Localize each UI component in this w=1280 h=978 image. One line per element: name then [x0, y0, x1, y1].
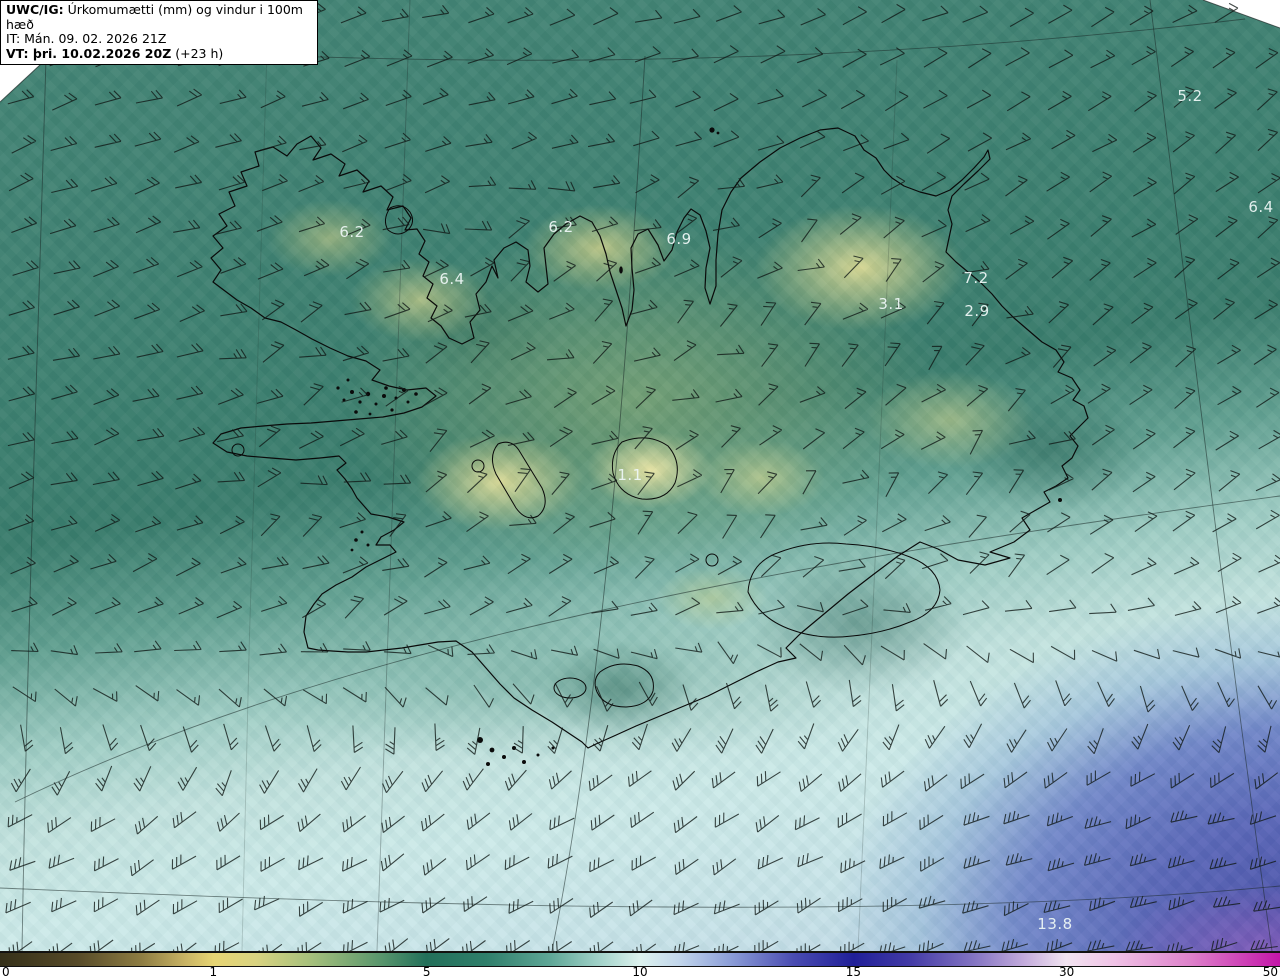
- colorbar-tick-label: 0: [2, 965, 10, 978]
- colorbar-tick-label: 50: [1262, 965, 1278, 978]
- precip-max-label: 3.1: [878, 295, 904, 313]
- init-time-line: IT: Mán. 09. 02. 2026 21Z: [6, 31, 167, 46]
- valid-time: VT: þri. 10.02.2026 20Z: [6, 45, 172, 61]
- lead-time: (+23 h): [175, 45, 224, 61]
- colorbar: 0 1 5 10 15 30 50: [0, 952, 1280, 978]
- colorbar-tick-label: 15: [845, 965, 861, 978]
- colorbar-tick-label: 1: [209, 965, 218, 978]
- title-line-product: UWC/IG: Úrkomumætti (mm) og vindur i 100…: [6, 2, 312, 32]
- precip-max-label: 5.2: [1177, 87, 1203, 105]
- precip-max-label: 6.4: [439, 270, 465, 288]
- product-code: UWC/IG:: [6, 2, 64, 17]
- colorbar-tick-label: 5: [422, 965, 431, 978]
- precip-max-label: 6.2: [339, 223, 365, 241]
- colorbar-tick-label: 10: [632, 965, 648, 978]
- precip-max-label: 6.4: [1248, 198, 1274, 216]
- valid-time-line: VT: þri. 10.02.2026 20Z (+23 h): [6, 45, 312, 62]
- precip-max-label: 13.8: [1037, 915, 1073, 933]
- wind-barbs: [5, 2, 1280, 951]
- precip-max-label: 6.2: [548, 218, 574, 236]
- precip-max-label: 6.9: [666, 230, 692, 248]
- weather-map-product: 5.2 6.4 6.2 6.4 6.2 6.9 3.1 7.2 2.9 1.1 13.8 UWC/I…: [0, 0, 1280, 978]
- precip-max-label: 1.1: [617, 466, 643, 484]
- colorbar-tick-label: 30: [1059, 965, 1075, 978]
- title-box: UWC/IG: Úrkomumætti (mm) og vindur i 100…: [0, 0, 318, 65]
- precip-max-label: 7.2: [963, 269, 989, 287]
- precip-max-label: 2.9: [964, 302, 990, 320]
- colorbar-tick-labels: 0 1 5 10 15 30 50: [0, 966, 1280, 978]
- map-area: 5.2 6.4 6.2 6.4 6.2 6.9 3.1 7.2 2.9 1.1 13.8 UWC/I…: [0, 0, 1280, 952]
